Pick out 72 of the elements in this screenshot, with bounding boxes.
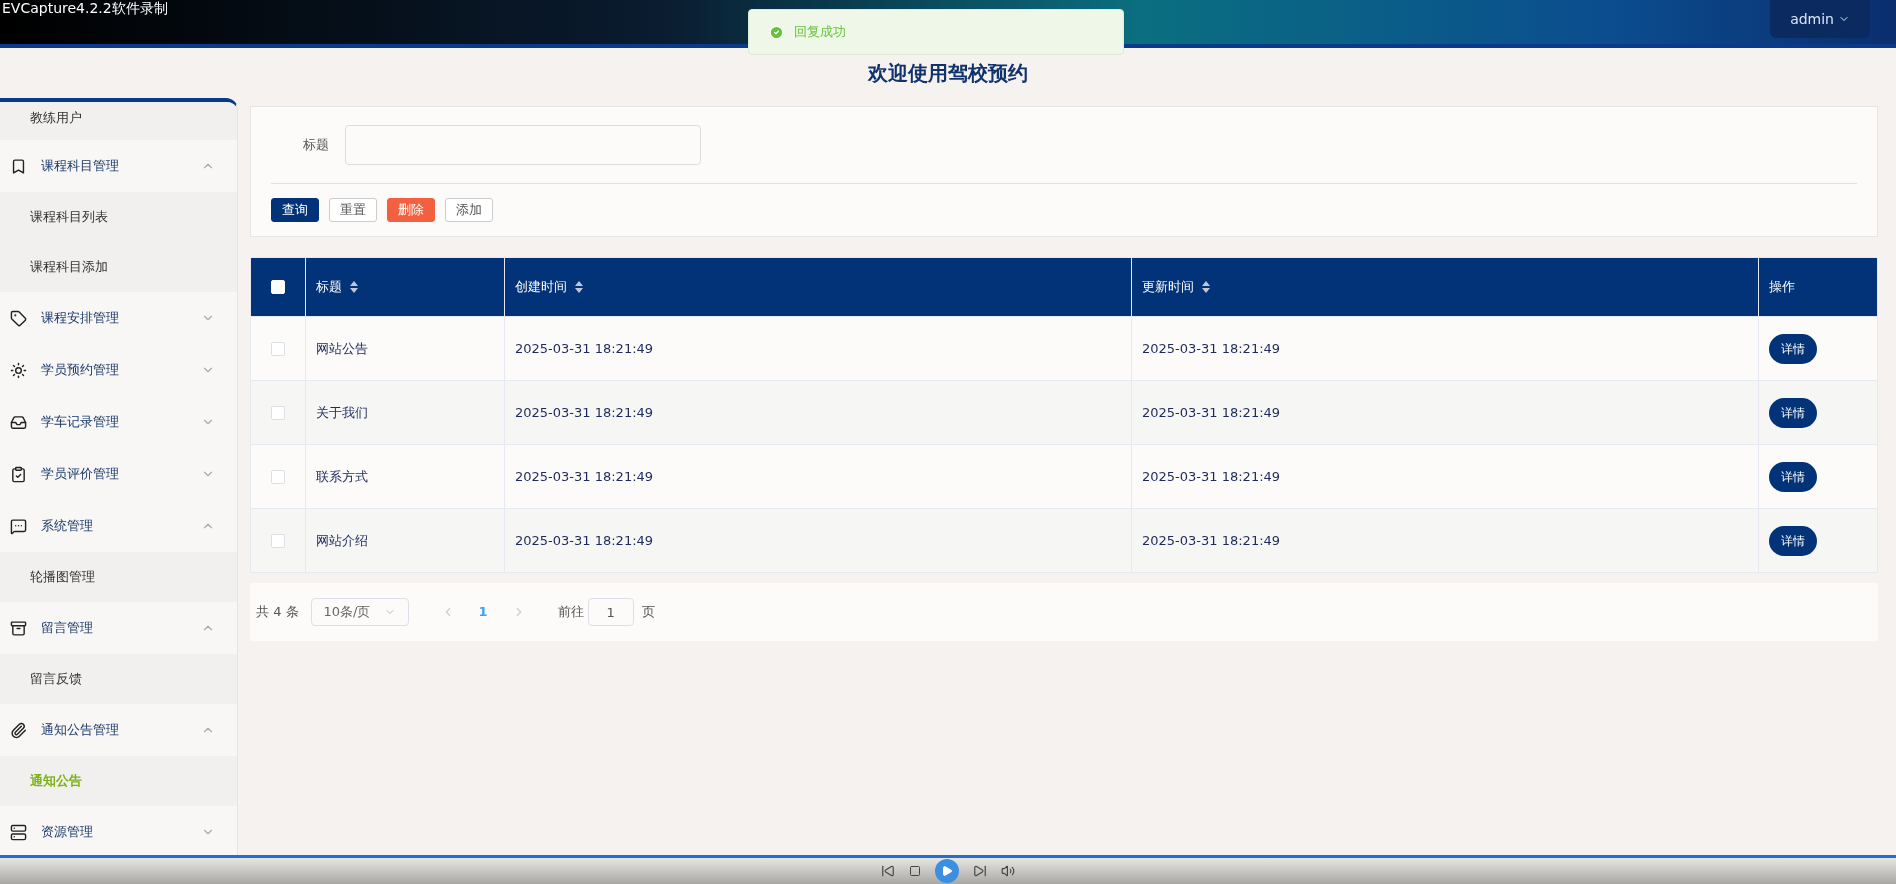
sort-icon[interactable] xyxy=(350,281,358,293)
table-cell-text: 2025-03-31 18:21:49 xyxy=(515,467,654,486)
sort-icon[interactable] xyxy=(1202,281,1210,293)
table-cell-text: 2025-03-31 18:21:49 xyxy=(1142,403,1281,422)
sun-icon xyxy=(10,361,27,379)
select-all-checkbox[interactable] xyxy=(271,280,285,294)
table-cell-text: 网站公告 xyxy=(316,339,368,358)
user-menu[interactable]: admin xyxy=(1770,0,1870,38)
action-button[interactable]: 添加 xyxy=(445,198,493,222)
paperclip-icon xyxy=(10,721,27,739)
goto-page-field[interactable]: 1 xyxy=(587,598,634,626)
stop-icon[interactable] xyxy=(909,865,921,877)
title-input[interactable] xyxy=(345,125,701,165)
column-header: 更新时间 xyxy=(1142,278,1194,297)
page-title: 欢迎使用驾校预约 xyxy=(868,60,1028,87)
column-header: 操作 xyxy=(1769,278,1795,297)
table-cell-text: 2025-03-31 18:21:49 xyxy=(515,531,654,550)
server-icon xyxy=(10,823,27,841)
sidebar-group-label: 通知公告管理 xyxy=(41,721,120,740)
sidebar-group-label: 学员预约管理 xyxy=(41,361,120,380)
tag-icon xyxy=(10,309,27,327)
recorder-watermark: EVCapture4.2.2软件录制 xyxy=(1,0,168,16)
sidebar-group-label: 课程安排管理 xyxy=(41,309,120,328)
detail-button[interactable]: 详情 xyxy=(1769,525,1817,556)
table-cell-text: 联系方式 xyxy=(316,467,368,486)
sidebar-group-label: 留言管理 xyxy=(41,619,94,638)
volume-icon[interactable] xyxy=(1001,864,1015,878)
row-checkbox[interactable] xyxy=(271,533,285,548)
action-button[interactable]: 重置 xyxy=(329,198,377,222)
page-size-select[interactable]: 10条/页 xyxy=(310,598,409,626)
sidebar-group-label: 学员评价管理 xyxy=(41,465,120,484)
total-count: 共 4 条 xyxy=(256,603,299,622)
sidebar-item[interactable]: 课程科目列表 xyxy=(0,192,237,242)
detail-button[interactable]: 详情 xyxy=(1769,333,1817,364)
chat-bubble-icon xyxy=(10,517,27,535)
field-label: 标题 xyxy=(303,136,329,155)
sidebar-group-label: 学车记录管理 xyxy=(41,413,120,432)
play-icon xyxy=(941,865,953,877)
sidebar-group-label: 资源管理 xyxy=(41,823,94,842)
goto-label: 前往 xyxy=(557,603,584,622)
inbox-icon xyxy=(10,413,27,431)
table-cell-text: 2025-03-31 18:21:49 xyxy=(515,339,654,358)
sidebar-group-label: 系统管理 xyxy=(41,517,94,536)
table-cell-text: 2025-03-31 18:21:49 xyxy=(1142,531,1281,550)
archive-box-icon xyxy=(10,619,27,637)
row-checkbox[interactable] xyxy=(271,341,285,356)
toast-message: 回复成功 xyxy=(794,23,846,42)
table-cell-text: 2025-03-31 18:21:49 xyxy=(515,403,654,422)
detail-button[interactable]: 详情 xyxy=(1769,461,1817,492)
column-header: 标题 xyxy=(316,278,342,297)
sidebar-item[interactable]: 轮播图管理 xyxy=(0,552,237,602)
table-cell-text: 关于我们 xyxy=(316,403,368,422)
clipboard-check-icon xyxy=(10,465,27,483)
check-circle-icon xyxy=(769,24,784,40)
sidebar-item[interactable]: 留言反馈 xyxy=(0,654,237,704)
play-button[interactable] xyxy=(935,859,959,883)
detail-button[interactable]: 详情 xyxy=(1769,397,1817,428)
forward-icon[interactable] xyxy=(973,864,987,878)
rewind-icon[interactable] xyxy=(881,864,895,878)
goto-suffix: 页 xyxy=(641,603,655,622)
row-checkbox[interactable] xyxy=(271,469,285,484)
action-button[interactable]: 查询 xyxy=(271,198,319,222)
sidebar-group-label: 课程科目管理 xyxy=(41,157,120,176)
table-cell-text: 2025-03-31 18:21:49 xyxy=(1142,467,1281,486)
sort-icon[interactable] xyxy=(575,281,583,293)
sidebar-item[interactable]: 教练用户 xyxy=(0,102,237,140)
column-header: 创建时间 xyxy=(515,278,567,297)
table-cell-text: 2025-03-31 18:21:49 xyxy=(1142,339,1281,358)
table-cell-text: 网站介绍 xyxy=(316,531,368,550)
row-checkbox[interactable] xyxy=(271,405,285,420)
bookmark-icon xyxy=(10,157,27,175)
sidebar-item[interactable]: 课程科目添加 xyxy=(0,242,237,292)
